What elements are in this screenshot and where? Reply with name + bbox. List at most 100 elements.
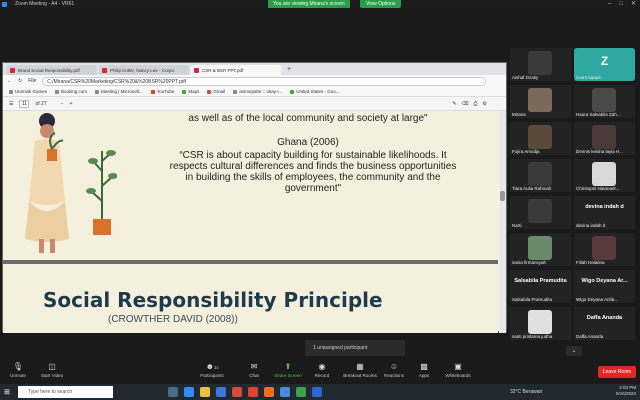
participants-gallery: Aishaf Dzaky Zzoom baaa4 Mirana Haura Salsa… (510, 48, 640, 358)
participant-tile[interactable]: Fojira Amodja (510, 122, 571, 155)
participant-tile[interactable]: Haura Salsabila Zah... (574, 85, 635, 118)
zoom-taskbar-icon[interactable] (184, 387, 194, 397)
participant-tile[interactable]: Daffa Ananda Daffa Ananda (574, 307, 635, 340)
browser-tab-active[interactable]: CSR & BSR PPT.pdf (191, 65, 281, 75)
record-button[interactable]: ◉ Record (304, 362, 340, 378)
edge-icon[interactable] (216, 387, 226, 397)
participant-name: santi pristama judha (512, 334, 553, 339)
pdf-viewer[interactable]: as well as of the local community and so… (3, 111, 498, 333)
participant-tile[interactable]: devina indah d devina indah d (574, 196, 635, 229)
pdf-tools-icons[interactable]: ✎⌫⎙⚙ (452, 101, 492, 107)
slide-page: as well as of the local community and so… (3, 111, 498, 260)
bookmark[interactable]: Booking.com (55, 89, 87, 94)
participant-tile[interactable]: Aishaf Dzaky (510, 48, 571, 81)
participant-tile[interactable]: Dennis keisha layla H... (574, 122, 635, 155)
chat-icon: ✉ (250, 362, 258, 371)
scroll-thumb[interactable] (500, 191, 505, 201)
office-icon[interactable] (232, 387, 242, 397)
leave-room-button[interactable]: Leave Room (598, 366, 636, 378)
share-screen-icon: ⬆ (284, 362, 292, 371)
page-number-input[interactable]: 11 (19, 99, 30, 108)
browser-tab[interactable]: Brand Social Responsibility.pdf (7, 65, 97, 75)
app-icon[interactable] (280, 387, 290, 397)
quote-line: “CSR is about capacity building for sust… (179, 150, 447, 161)
file-label: File (28, 78, 37, 84)
taskbar-search-input[interactable]: Type here to search (18, 386, 113, 398)
bookmark[interactable]: United States - Goo... (290, 89, 340, 94)
record-icon: ◉ (318, 362, 326, 371)
explorer-icon[interactable] (200, 387, 210, 397)
close-icon[interactable]: ✕ (631, 0, 636, 8)
breakout-rooms-button[interactable]: ▦ Breakout Rooms (340, 362, 380, 378)
system-clock[interactable]: 2:03 PM 9/16/2022 (616, 385, 636, 397)
participant-tile[interactable]: Tiara Aulia Rahmah (510, 159, 571, 192)
participant-name: Aishaf Dzaky (512, 75, 539, 80)
bookmark[interactable]: Gmail (207, 89, 225, 94)
bookmark[interactable]: animepahe :: okay-i... (233, 89, 282, 94)
view-options-button[interactable]: View Options (360, 0, 402, 8)
task-view-icon[interactable] (168, 387, 178, 397)
participant-tile[interactable]: sania firmansyah (510, 233, 571, 266)
tab-label: CSR & BSR PPT.pdf (202, 67, 244, 73)
pdf-scrollbar[interactable] (499, 111, 506, 333)
participant-name: Salsabila Pramudita (512, 297, 553, 302)
maps-icon (182, 89, 187, 94)
participant-name: Fillah Halatina (576, 260, 605, 265)
participant-video (528, 199, 552, 223)
participant-tile[interactable]: Christopel Natanael... (574, 159, 635, 192)
zoom-app-icon (2, 1, 7, 7)
participant-name: Fojira Amodja (512, 149, 540, 154)
participant-tile[interactable]: Zzoom baaa4 (574, 48, 635, 81)
bookmark[interactable]: Utomisk Games (9, 89, 47, 94)
zoom-out-icon[interactable]: − (61, 101, 64, 107)
apps-icon: ▩ (420, 362, 428, 371)
participant-tile[interactable]: Mirana (510, 85, 571, 118)
word-icon[interactable] (312, 387, 322, 397)
browser-tab[interactable]: Philip Kotler, Nancy Lee - Corpo (99, 65, 189, 75)
maximize-icon[interactable]: □ (619, 0, 623, 8)
slide-title: Social Responsibility Principle (43, 288, 383, 312)
bookmark-icon (9, 89, 13, 94)
pdf-icon (194, 67, 199, 73)
participant-video (592, 236, 616, 260)
menu-icon[interactable]: ☰ (9, 101, 13, 107)
maps-icon (290, 89, 295, 94)
chrome-icon[interactable] (296, 387, 306, 397)
reload-icon[interactable]: ↻ (18, 78, 22, 84)
back-icon[interactable]: ← (7, 78, 12, 84)
new-tab-icon[interactable]: + (287, 65, 291, 75)
quote-line: government" (284, 183, 342, 194)
weather-widget[interactable]: 32°C Berawan (510, 389, 542, 395)
bookmark[interactable]: YouTube (150, 89, 174, 94)
zoom-in-icon[interactable]: + (70, 101, 73, 107)
slide-page: Social Responsibility Principle (CROWTHE… (3, 264, 498, 333)
bookmark[interactable]: Meeting | Microsoft... (95, 89, 143, 94)
whiteboards-button[interactable]: ▣ Whiteboards (440, 362, 476, 378)
minimize-icon[interactable]: – (608, 0, 611, 8)
participant-tile[interactable]: santi pristama judha (510, 307, 571, 340)
start-video-button[interactable]: ◫ Start Video (34, 362, 70, 378)
address-field[interactable]: C:/Mirana/CSR%20Marketing/CSR%20&%20BSR%… (42, 76, 486, 86)
bookmark-icon (95, 89, 100, 94)
pdf-icon (102, 67, 107, 73)
unmute-button[interactable]: 🎙 Unmute (0, 362, 36, 378)
address-bar-row: ← ↻ File C:/Mirana/CSR%20Marketing/CSR%2… (3, 75, 506, 87)
participant-tile[interactable]: Fillah Halatina (574, 233, 635, 266)
chat-button[interactable]: ✉ Chat (236, 362, 272, 378)
browser-tab-bar: Brand Social Responsibility.pdf Philip K… (3, 63, 506, 75)
clock-date: 9/16/2022 (615, 391, 636, 396)
breakout-icon: ▦ (356, 362, 364, 371)
firefox-icon[interactable] (264, 387, 274, 397)
participant-tile[interactable]: Wigo Deyana Ar... Wigo Deyana Artila... (574, 270, 635, 303)
share-screen-button[interactable]: ⬆ Share Screen (270, 362, 306, 378)
participants-button[interactable]: ☻33 Participants (194, 362, 230, 378)
windows-start-icon[interactable]: ⊞ (4, 388, 10, 396)
chevron-down-icon[interactable]: ⌄ (566, 346, 582, 356)
bookmark[interactable]: Maps (182, 89, 199, 94)
participant-name: Daffa Ananda (576, 334, 604, 339)
participant-tile[interactable]: Salsabila Pramudita Salsabila Pramudita (510, 270, 571, 303)
apps-button[interactable]: ▩ Apps (406, 362, 442, 378)
participant-tile[interactable]: Narti (510, 196, 571, 229)
acrobat-icon[interactable] (248, 387, 258, 397)
tab-label: Philip Kotler, Nancy Lee - Corpo (110, 67, 175, 73)
